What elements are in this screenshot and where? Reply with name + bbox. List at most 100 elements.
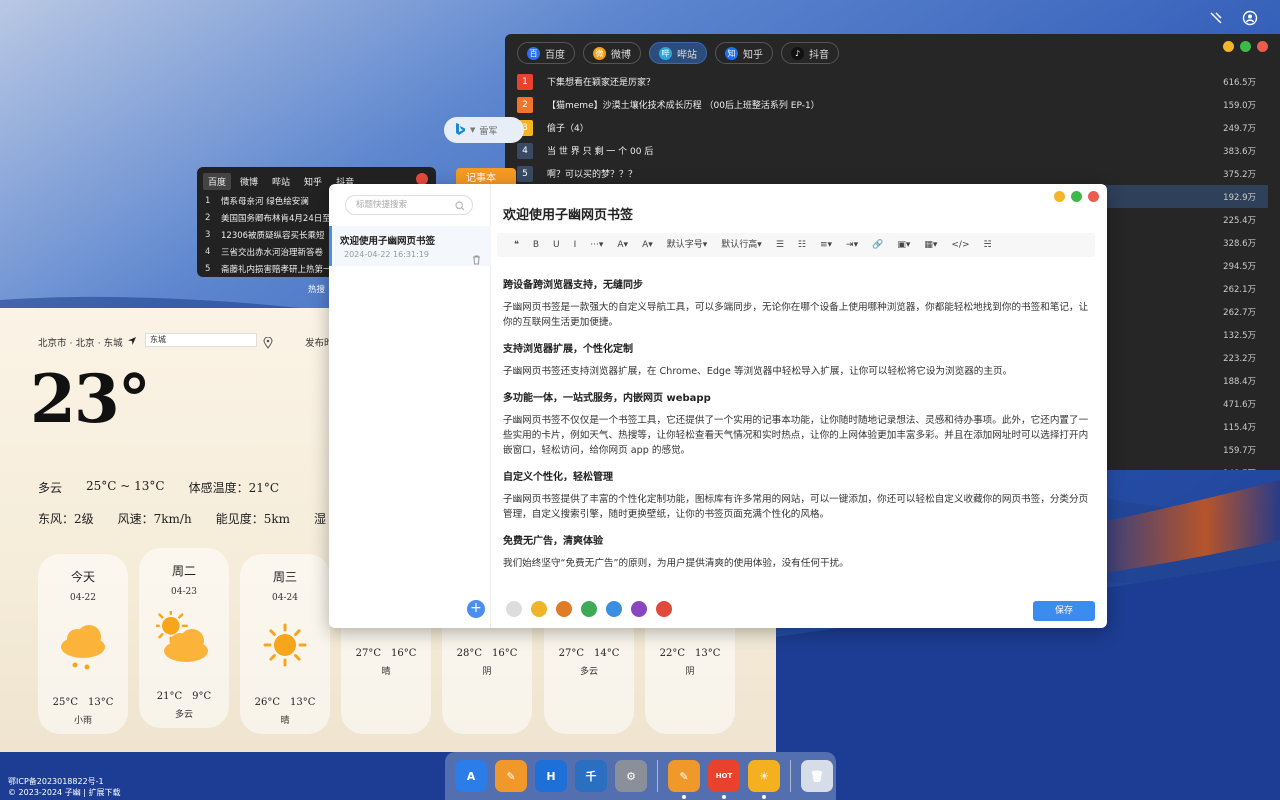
color-swatch-0[interactable] <box>506 601 522 617</box>
dock-brush[interactable]: ✎ <box>495 760 527 792</box>
tab-3[interactable]: 知知乎 <box>715 42 773 64</box>
search-input[interactable]: 雷军 <box>479 124 497 137</box>
color-swatch-5[interactable] <box>631 601 647 617</box>
current-temperature: 23° <box>30 360 151 438</box>
dock-hot[interactable]: HOT <box>708 760 740 799</box>
toolbar-button-17[interactable]: ☵ <box>977 233 999 257</box>
weather-sun-icon <box>257 617 313 673</box>
toolbar-button-10[interactable]: ☷ <box>791 233 813 257</box>
toolbar-button-2[interactable]: U <box>546 233 567 257</box>
hot-list-row[interactable]: 4 当 世 界 只 剩 一 个 00 后 383.6万 <box>517 139 1268 162</box>
tab-4[interactable]: ♪ 抖音 <box>781 42 839 64</box>
toolbar-button-8[interactable]: 默认行高▾ <box>714 233 769 257</box>
mini-tab[interactable]: 知乎 <box>299 173 327 190</box>
hot-list-row[interactable]: 1 下集想看在颖家还是厉家？ 616.5万 <box>517 70 1268 93</box>
icp-link[interactable]: 鄂ICP备2023018822号-1 <box>8 776 120 787</box>
hot-count: 383.6万 <box>1223 146 1256 157</box>
toolbar-button-16[interactable]: </> <box>944 233 976 257</box>
toolbar-button-1[interactable]: B <box>526 233 546 257</box>
dock-trash[interactable]: 🗑 <box>801 760 833 792</box>
forecast-day-0[interactable]: 今天 04-22 25°C 13°C 小雨 <box>38 554 128 734</box>
tab-2[interactable]: 哔哔站 <box>649 42 707 64</box>
section-paragraph: 我们始终坚守“免费无广告”的原则，为用户提供清爽的使用体验，没有任何干扰。 <box>503 558 849 569</box>
notes-close-button[interactable] <box>1088 191 1099 202</box>
weather-rain-icon <box>55 617 111 673</box>
weather-desc: 多云 <box>38 481 63 495</box>
user-icon[interactable] <box>1242 10 1258 26</box>
notes-maximize-button[interactable] <box>1071 191 1082 202</box>
toolbar-button-11[interactable]: ≡▾ <box>813 233 839 257</box>
trash-icon[interactable] <box>472 250 481 265</box>
skin-icon[interactable] <box>1208 10 1224 26</box>
forecast-temp: 25°C 13°C <box>52 697 114 708</box>
editor-content[interactable]: 跨设备跨浏览器支持，无缝同步 子幽网页书签是一款强大的自定义导航工具，可以多端同步… <box>503 266 1089 592</box>
toolbar-button-13[interactable]: 🔗 <box>865 233 890 257</box>
map-pin-icon[interactable] <box>263 334 273 349</box>
hot-title: 啊？可以买的梦？？？ <box>547 170 638 180</box>
note-list-item[interactable]: 欢迎使用子幽网页书签 2024-04-22 16:31:19 <box>329 226 491 266</box>
maximize-button[interactable] <box>1240 41 1251 52</box>
color-swatch-3[interactable] <box>581 601 597 617</box>
hot-count: 262.7万 <box>1223 307 1256 318</box>
mini-rank: 2 <box>205 212 211 223</box>
color-swatch-4[interactable] <box>606 601 622 617</box>
toolbar-button-3[interactable]: I <box>567 233 584 257</box>
tab-0[interactable]: 百百度 <box>517 42 575 64</box>
forecast-temp: 27°C 16°C <box>355 648 417 659</box>
wind-speed: 风速：7km/h <box>117 512 192 526</box>
hot-count: 192.9万 <box>1223 192 1256 203</box>
toolbar-button-15[interactable]: ▦▾ <box>917 233 944 257</box>
color-swatch-2[interactable] <box>556 601 572 617</box>
mini-tab[interactable]: 百度 <box>203 173 232 190</box>
city-input[interactable]: 东城 <box>145 333 257 347</box>
mini-tab[interactable]: 微博 <box>235 173 263 190</box>
forecast-date: 04-22 <box>70 593 96 603</box>
document-title[interactable]: 欢迎使用子幽网页书签 <box>503 204 633 223</box>
hot-count: 471.6万 <box>1223 399 1256 410</box>
close-button[interactable] <box>1257 41 1268 52</box>
section-paragraph: 子幽网页书签不仅仅是一个书签工具，它还提供了一个实用的记事本功能，让你随时随地记… <box>503 415 1089 456</box>
forecast-day-2[interactable]: 周三 04-24 26°C 13°C 晴 <box>240 554 330 734</box>
hot-list-row[interactable]: 5 啊？可以买的梦？？？ 375.2万 <box>517 162 1268 185</box>
forecast-desc: 多云 <box>579 667 598 677</box>
color-swatch-6[interactable] <box>656 601 672 617</box>
hot-count: 375.2万 <box>1223 169 1256 180</box>
dock-separator <box>790 760 791 792</box>
copyright-text[interactable]: © 2023-2024 子幽 | 扩展下载 <box>8 787 120 798</box>
save-button[interactable]: 保存 <box>1033 601 1095 621</box>
bing-search-bar[interactable]: ▼ 雷军 <box>444 117 524 143</box>
toolbar-button-5[interactable]: A▾ <box>610 233 635 257</box>
toolbar-button-6[interactable]: A▾ <box>635 233 660 257</box>
toolbar-button-14[interactable]: ▣▾ <box>890 233 917 257</box>
dock: A ✎ H 千 ⚙ ✎ HOT ☀ 🗑 <box>445 752 836 800</box>
hot-list-row[interactable]: 3 偷子（4） 249.7万 <box>517 116 1268 139</box>
toolbar-button-0[interactable]: ❝ <box>507 233 526 257</box>
tab-label: 哔站 <box>677 49 697 61</box>
section-heading: 多功能一体，一站式服务，内嵌网页 webapp <box>503 393 711 404</box>
dock-h-app[interactable]: H <box>535 760 567 792</box>
notes-minimize-button[interactable] <box>1054 191 1065 202</box>
hot-count: 262.1万 <box>1223 284 1256 295</box>
dock-qianniu[interactable]: 千 <box>575 760 607 792</box>
dock-settings[interactable]: ⚙ <box>615 760 647 792</box>
color-swatch-1[interactable] <box>531 601 547 617</box>
notes-search-input[interactable]: 标题快捷搜索 <box>345 195 473 215</box>
minimize-button[interactable] <box>1223 41 1234 52</box>
hot-count: 294.5万 <box>1223 261 1256 272</box>
hot-count: 132.5万 <box>1223 330 1256 341</box>
mini-tab[interactable]: 哔站 <box>267 173 295 190</box>
toolbar-button-9[interactable]: ☰ <box>769 233 791 257</box>
section-heading: 跨设备跨浏览器支持，无缝同步 <box>503 280 643 291</box>
add-note-button[interactable]: + <box>467 600 485 618</box>
forecast-day-1[interactable]: 周二 04-23 21°C 9°C 多云 <box>139 548 229 728</box>
hot-list-row[interactable]: 2 【猫meme】沙漠土壤化技术成长历程 （00后上班整活系列 EP-1） 159.… <box>517 93 1268 116</box>
dock-weather[interactable]: ☀ <box>748 760 780 799</box>
mini-rank: 4 <box>205 246 211 257</box>
toolbar-button-7[interactable]: 默认字号▾ <box>660 233 715 257</box>
dock-brush-running[interactable]: ✎ <box>668 760 700 799</box>
dock-app-store[interactable]: A <box>455 760 487 792</box>
forecast-day-name: 周三 <box>272 570 297 584</box>
toolbar-button-12[interactable]: ⇥▾ <box>839 233 865 257</box>
toolbar-button-4[interactable]: ···▾ <box>583 233 610 257</box>
tab-1[interactable]: 微微博 <box>583 42 641 64</box>
